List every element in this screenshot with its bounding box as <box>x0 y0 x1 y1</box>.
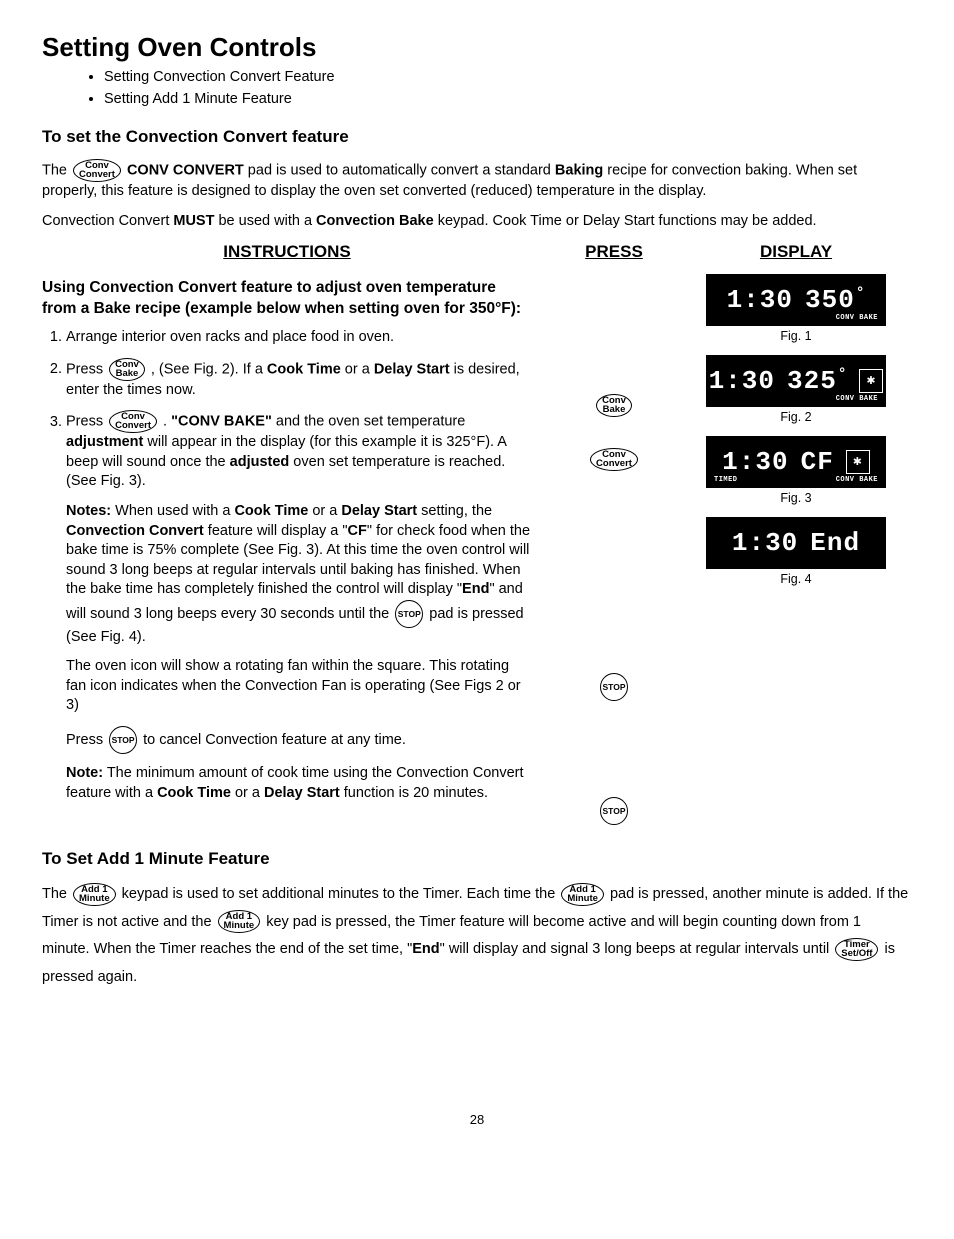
press-stop-pad-icon: STOP <box>600 673 628 701</box>
must-paragraph: Convection Convert MUST be used with a C… <box>42 212 912 232</box>
step-3: Press ConvConvert . "CONV BAKE" and the … <box>66 410 532 803</box>
intro-paragraph: The ConvConvert CONV CONVERT pad is used… <box>42 159 912 202</box>
example-subhead: Using Convection Convert feature to adju… <box>42 278 532 320</box>
display-header: DISPLAY <box>696 241 896 264</box>
step3-note2: Note: The minimum amount of cook time us… <box>66 764 532 803</box>
bullet-item: Setting Add 1 Minute Feature <box>104 89 912 111</box>
page-number: 28 <box>42 1111 912 1129</box>
page-title: Setting Oven Controls <box>42 30 912 65</box>
add1-pad-icon: Add 1Minute <box>218 910 261 933</box>
press-column: ConvBake ConvConvert STOP STOP <box>544 274 684 832</box>
timer-pad-icon: TimerSet/Off <box>835 938 878 961</box>
stop-pad-icon: STOP <box>395 600 423 628</box>
display-fig1: 1:30 350° CONV BAKE <box>706 274 886 326</box>
stop-pad-icon: STOP <box>109 726 137 754</box>
fan-icon: ✱ <box>859 369 883 393</box>
instructions-column: Using Convection Convert feature to adju… <box>42 274 532 813</box>
add1-pad-icon: Add 1Minute <box>561 883 604 906</box>
step-2: Press ConvBake , (See Fig. 2). If a Cook… <box>66 358 532 401</box>
step3-cancel: Press STOP to cancel Convection feature … <box>66 726 532 754</box>
fig4-caption: Fig. 4 <box>696 571 896 588</box>
step-1: Arrange interior oven racks and place fo… <box>66 328 532 348</box>
step3-fan: The oven icon will show a rotating fan w… <box>66 657 532 716</box>
display-fig4: 1:30 End <box>706 517 886 569</box>
step3-notes: Notes: When used with a Cook Time or a D… <box>66 502 532 647</box>
display-fig2: 1:30 325° ✱ CONV BAKE <box>706 355 886 407</box>
fig3-caption: Fig. 3 <box>696 490 896 507</box>
display-fig3: 1:30 CF ✱ TIMED CONV BAKE <box>706 436 886 488</box>
fan-icon: ✱ <box>846 450 870 474</box>
conv-bake-pad-icon: ConvBake <box>109 358 145 381</box>
press-conv-bake-pad-icon: ConvBake <box>596 394 632 417</box>
instructions-header: INSTRUCTIONS <box>42 241 532 264</box>
press-conv-convert-pad-icon: ConvConvert <box>590 448 638 471</box>
conv-convert-pad-icon: ConvConvert <box>109 410 157 433</box>
fig2-caption: Fig. 2 <box>696 409 896 426</box>
add1-pad-icon: Add 1Minute <box>73 883 116 906</box>
display-column: 1:30 350° CONV BAKE Fig. 1 1:30 325° ✱ C… <box>696 274 896 598</box>
section2-heading: To Set Add 1 Minute Feature <box>42 848 912 871</box>
conv-convert-pad-icon: ConvConvert <box>73 159 121 182</box>
fig1-caption: Fig. 1 <box>696 328 896 345</box>
feature-bullets: Setting Convection Convert Feature Setti… <box>64 67 912 110</box>
press-header: PRESS <box>544 241 684 264</box>
section-heading: To set the Convection Convert feature <box>42 126 912 149</box>
add1-paragraph: The Add 1Minute keypad is used to set ad… <box>42 881 912 991</box>
press-stop-pad-icon: STOP <box>600 797 628 825</box>
bullet-item: Setting Convection Convert Feature <box>104 67 912 89</box>
